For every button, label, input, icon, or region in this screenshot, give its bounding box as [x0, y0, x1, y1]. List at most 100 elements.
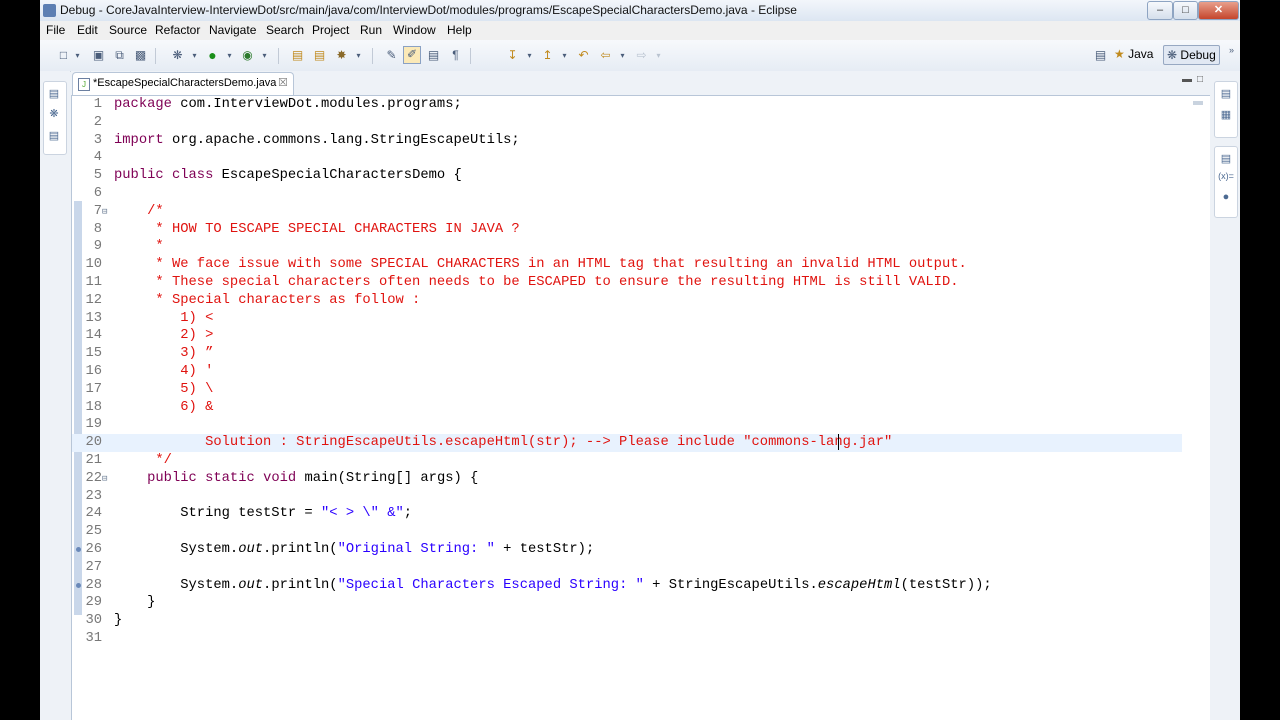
code-line[interactable]: 12 * Special characters as follow :	[72, 292, 1182, 310]
toggle-highlight-icon[interactable]: ✐	[403, 46, 421, 64]
code-line[interactable]: 5 public class EscapeSpecialCharactersDem…	[72, 167, 1182, 185]
chevron-down-icon[interactable]: ▾	[522, 48, 537, 63]
editor-area: J *EscapeSpecialCharactersDemo.java ☒ ▬ …	[71, 71, 1212, 720]
open-perspective-icon[interactable]: ▤	[1093, 48, 1108, 63]
code-line[interactable]: 24 String testStr = "< > \" &";	[72, 505, 1182, 523]
close-button[interactable]: ✕	[1198, 1, 1239, 20]
fold-toggle-icon[interactable]: ⊟	[102, 470, 107, 488]
chevron-down-icon[interactable]: ▾	[187, 48, 202, 63]
code-line[interactable]: 25	[72, 523, 1182, 541]
chevron-down-icon[interactable]: ▾	[222, 48, 237, 63]
run-icon[interactable]: ●	[205, 48, 220, 63]
chevron-down-icon[interactable]: ▾	[557, 48, 572, 63]
breakpoints-icon[interactable]: ●	[1218, 191, 1234, 203]
code-line[interactable]: 22 ⊟ public static void main(String[] arg…	[72, 470, 1182, 488]
code-line[interactable]: 20 Solution : StringEscapeUtils.escapeHt…	[72, 434, 1182, 453]
code-line[interactable]: 27	[72, 559, 1182, 577]
chevron-down-icon[interactable]: ▾	[257, 48, 272, 63]
toggle-mark-icon[interactable]: ✎	[384, 48, 399, 63]
code-line[interactable]: 21 */	[72, 452, 1182, 470]
code-line[interactable]: 16 4) '	[72, 363, 1182, 381]
code-line[interactable]: 9 *	[72, 238, 1182, 256]
minimize-button[interactable]: –	[1147, 1, 1173, 20]
debug-view-icon[interactable]: ❋	[46, 107, 62, 120]
close-tab-icon[interactable]: ☒	[278, 76, 288, 89]
code-line[interactable]: 11 * These special characters often need…	[72, 274, 1182, 292]
menu-navigate[interactable]: Navigate	[209, 23, 256, 37]
restore-icon[interactable]: ▤	[1218, 87, 1234, 100]
forward-icon[interactable]: ⇨	[634, 48, 649, 63]
menu-run[interactable]: Run	[360, 23, 382, 37]
code-line[interactable]: 3 import org.apache.commons.lang.StringEs…	[72, 132, 1182, 150]
line-number: 14	[85, 328, 102, 344]
chevron-down-icon[interactable]: ▾	[615, 48, 630, 63]
chevron-down-icon[interactable]: ▾	[651, 48, 666, 63]
servers-icon[interactable]: ▤	[46, 129, 62, 142]
breakpoint-marker-icon[interactable]	[76, 547, 81, 552]
code-line[interactable]: 13 1) <	[72, 310, 1182, 328]
new-package-icon[interactable]: ▤	[290, 48, 305, 63]
outline-icon[interactable]: ▦	[1218, 108, 1234, 121]
menu-help[interactable]: Help	[447, 23, 472, 37]
code-line[interactable]: 6	[72, 185, 1182, 203]
chevron-down-icon[interactable]: ▾	[70, 48, 85, 63]
code-line[interactable]: 26 System.out.println("Original String: …	[72, 541, 1182, 559]
code-line[interactable]: 15 3) ”	[72, 345, 1182, 363]
code-line[interactable]: 7 ⊟ /*	[72, 203, 1182, 221]
code-line[interactable]: 31	[72, 630, 1182, 648]
right-trim-stack: ▤ ▦ ▤ (x)= ●	[1210, 71, 1240, 720]
minimize-editor-icon[interactable]: ▬	[1182, 74, 1192, 85]
vertical-scrollbar[interactable]	[1182, 96, 1210, 720]
menu-file[interactable]: File	[46, 23, 65, 37]
code-line[interactable]: 8 * HOW TO ESCAPE SPECIAL CHARACTERS IN …	[72, 221, 1182, 239]
code-line[interactable]: 4	[72, 149, 1182, 167]
debug-icon[interactable]: ❋	[170, 48, 185, 63]
chevron-down-icon[interactable]: ▾	[351, 48, 366, 63]
menu-edit[interactable]: Edit	[77, 23, 98, 37]
save-all-icon[interactable]: ⧉	[112, 48, 127, 63]
maximize-button[interactable]: □	[1173, 1, 1198, 20]
menu-search[interactable]: Search	[266, 23, 304, 37]
save-icon[interactable]: ▣	[91, 48, 106, 63]
code-editor[interactable]: 1 package com.InterviewDot.modules.progra…	[71, 95, 1212, 720]
perspective-debug[interactable]: ❋ Debug	[1163, 45, 1220, 65]
show-whitespace-icon[interactable]: ¶	[448, 48, 463, 63]
new-icon[interactable]: □	[56, 48, 71, 63]
code-line[interactable]: 17 5) \	[72, 381, 1182, 399]
code-line[interactable]: 14 2) >	[72, 327, 1182, 345]
menu-project[interactable]: Project	[312, 23, 349, 37]
restore-icon[interactable]: ▤	[1218, 152, 1234, 165]
menu-source[interactable]: Source	[109, 23, 147, 37]
last-edit-icon[interactable]: ↶	[576, 48, 591, 63]
code-line[interactable]: 29 }	[72, 594, 1182, 612]
code-line[interactable]: 18 6) &	[72, 399, 1182, 417]
code-line[interactable]: 23	[72, 488, 1182, 506]
back-icon[interactable]: ⇦	[598, 48, 613, 63]
code-line[interactable]: 1 package com.InterviewDot.modules.progra…	[72, 96, 1182, 114]
print-icon[interactable]: ▩	[133, 48, 148, 63]
fold-toggle-icon[interactable]: ⊟	[102, 203, 107, 221]
left-trim-stack: ▤ ❋ ▤	[40, 71, 70, 720]
search-icon[interactable]: ✸	[334, 48, 349, 63]
code-line[interactable]: 19	[72, 416, 1182, 434]
code-line[interactable]: 28 System.out.println("Special Character…	[72, 577, 1182, 595]
restore-icon[interactable]: ▤	[46, 87, 62, 100]
maximize-editor-icon[interactable]: □	[1197, 74, 1203, 85]
code-line[interactable]: 10 * We face issue with some SPECIAL CHA…	[72, 256, 1182, 274]
previous-annotation-icon[interactable]: ↥	[540, 48, 555, 63]
breakpoint-marker-icon[interactable]	[76, 582, 81, 588]
toggle-block-icon[interactable]: ▤	[426, 48, 441, 63]
open-type-icon[interactable]: ▤	[312, 48, 327, 63]
editor-tab[interactable]: J *EscapeSpecialCharactersDemo.java ☒	[72, 72, 294, 95]
line-number: 5	[93, 168, 102, 184]
more-perspectives-icon[interactable]: »	[1224, 43, 1239, 58]
code-line[interactable]: 2	[72, 114, 1182, 132]
menu-window[interactable]: Window	[393, 23, 436, 37]
next-annotation-icon[interactable]: ↧	[505, 48, 520, 63]
menu-refactor[interactable]: Refactor	[155, 23, 200, 37]
window-title: Debug - CoreJavaInterview-InterviewDot/s…	[60, 3, 797, 17]
external-tools-icon[interactable]: ◉	[240, 48, 255, 63]
perspective-java[interactable]: ★ Java	[1111, 45, 1156, 63]
code-line[interactable]: 30}	[72, 612, 1182, 630]
variables-icon[interactable]: (x)=	[1218, 171, 1234, 181]
